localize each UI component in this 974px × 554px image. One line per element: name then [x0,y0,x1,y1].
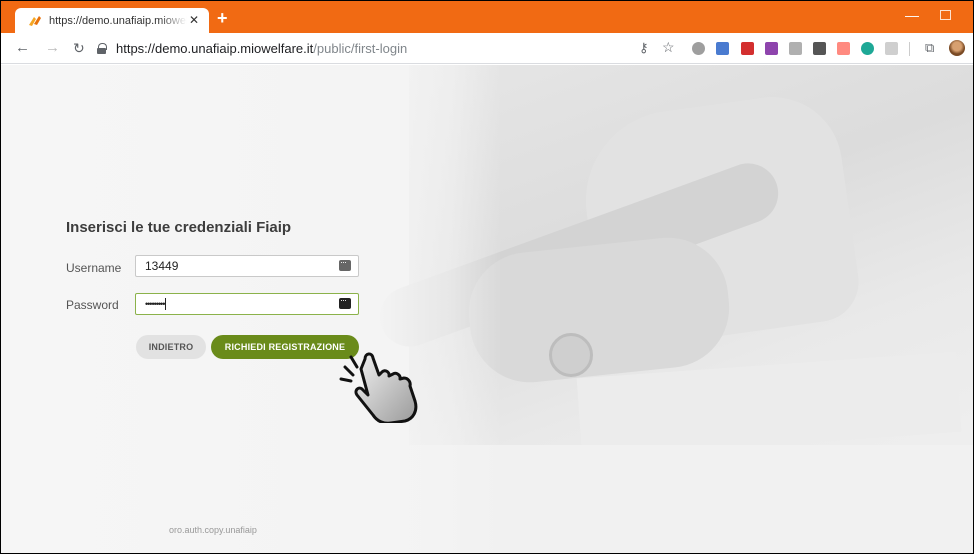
extension-icon-4[interactable] [765,42,778,55]
password-value: ••••••••• [145,299,165,309]
favicon-icon [27,13,43,29]
address-bar[interactable]: https://demo.unafiaip.miowelfare.it/publ… [97,36,687,60]
back-arrow-icon[interactable]: ← [15,39,30,57]
title-bar: https://demo.unafiaip.miowelfare.it/publ… [1,1,973,33]
page-content: Inserisci le tue credenziali Fiaip Usern… [1,65,973,553]
back-button[interactable]: INDIETRO [136,335,206,359]
extension-icon-6[interactable] [813,42,826,55]
toolbar-separator [909,42,910,56]
username-value: 13449 [145,259,179,273]
minimize-icon[interactable]: — [905,7,919,23]
browser-window: https://demo.unafiaip.miowelfare.it/publ… [0,0,974,554]
footer-text: oro.auth.copy.unafiaip [169,525,257,535]
extension-icon-8[interactable] [861,42,874,55]
extension-icon-1[interactable] [692,42,705,55]
extension-icon-5[interactable] [789,42,802,55]
reload-icon[interactable]: ↻ [73,39,85,57]
tab-close-icon[interactable]: ✕ [189,13,199,27]
forward-arrow-icon[interactable]: → [45,39,60,57]
browser-tab[interactable]: https://demo.unafiaip.miowelfare.it/publ… [15,8,209,33]
tab-title: https://demo.unafiaip.miowelfare.it/publ… [49,14,187,27]
new-tab-button[interactable]: + [217,9,228,27]
key-icon[interactable]: ⚷ [639,40,649,56]
username-field[interactable]: 13449 [135,255,359,277]
username-label: Username [66,261,122,275]
extension-icon-9[interactable] [885,42,898,55]
password-manager-icon[interactable] [339,295,351,309]
browser-toolbar: ← → ↻ https://demo.unafiaip.miowelfare.i… [1,33,973,64]
pointer-hand-icon [335,345,435,428]
lock-icon [97,43,107,54]
cast-icon[interactable]: ⧉ [925,40,934,56]
password-manager-icon[interactable] [339,257,351,271]
text-caret [165,298,167,310]
password-label: Password [66,298,119,312]
extension-icon-3[interactable] [741,42,754,55]
login-title: Inserisci le tue credenziali Fiaip [66,219,292,236]
profile-avatar[interactable] [949,40,965,56]
extension-icon-2[interactable] [716,42,729,55]
password-field[interactable]: ••••••••• [135,293,359,315]
extension-icon-7[interactable] [837,42,850,55]
star-icon[interactable]: ☆ [662,39,675,56]
url-host: https://demo.unafiaip.miowelfare.it [116,40,314,56]
url-path: /public/first-login [313,40,408,56]
restore-icon[interactable] [940,10,951,20]
